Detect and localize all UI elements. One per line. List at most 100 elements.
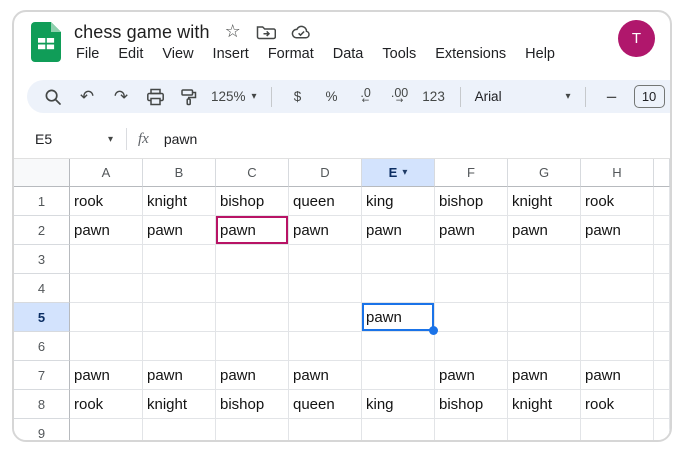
menu-item-file[interactable]: File [76,46,99,62]
cell-c7[interactable]: pawn [216,361,289,390]
column-header-a[interactable]: A [70,159,143,187]
name-box[interactable]: E5 ▾ [35,131,113,147]
column-header-c[interactable]: C [216,159,289,187]
row-header-2[interactable]: 2 [14,216,70,245]
avatar[interactable]: T [618,20,655,57]
column-header-h[interactable]: H [581,159,654,187]
cell-d7[interactable]: pawn [289,361,362,390]
cell-a9[interactable] [70,419,143,442]
cell-e5[interactable]: pawn [362,303,435,332]
cell-h8[interactable]: rook [581,390,654,419]
cell-a1[interactable]: rook [70,187,143,216]
menu-item-insert[interactable]: Insert [213,46,249,62]
font-size-input[interactable]: 10 [634,85,665,108]
cell-a8[interactable]: rook [70,390,143,419]
cell-f3[interactable] [435,245,508,274]
row-header-7[interactable]: 7 [14,361,70,390]
cell-h7[interactable]: pawn [581,361,654,390]
cell-h1[interactable]: rook [581,187,654,216]
number-format-button[interactable]: 123 [422,84,446,110]
cell-c8[interactable]: bishop [216,390,289,419]
cell-c6[interactable] [216,332,289,361]
cell-d5[interactable] [289,303,362,332]
row-header-4[interactable]: 4 [14,274,70,303]
cell-h3[interactable] [581,245,654,274]
cell-d6[interactable] [289,332,362,361]
cell-b3[interactable] [143,245,216,274]
cell-b2[interactable]: pawn [143,216,216,245]
cell-e7[interactable] [362,361,435,390]
cell-g7[interactable]: pawn [508,361,581,390]
cell-b9[interactable] [143,419,216,442]
menu-item-tools[interactable]: Tools [382,46,416,62]
cell-g3[interactable] [508,245,581,274]
cell-d1[interactable]: queen [289,187,362,216]
redo-icon[interactable]: ↷ [109,84,133,110]
font-family-select[interactable]: Arial ▾ [475,84,571,110]
print-icon[interactable] [143,84,167,110]
cell-a5[interactable] [70,303,143,332]
cell-g9[interactable] [508,419,581,442]
cell-b4[interactable] [143,274,216,303]
sheets-logo-icon[interactable] [31,22,61,62]
cell-g8[interactable]: knight [508,390,581,419]
cell-c5[interactable] [216,303,289,332]
cell-d8[interactable]: queen [289,390,362,419]
cell-c1[interactable]: bishop [216,187,289,216]
row-header-1[interactable]: 1 [14,187,70,216]
cell-b7[interactable]: pawn [143,361,216,390]
decrease-font-size-button[interactable]: − [600,84,624,110]
column-header-f[interactable]: F [435,159,508,187]
column-header-g[interactable]: G [508,159,581,187]
menu-item-format[interactable]: Format [268,46,314,62]
undo-icon[interactable]: ↶ [75,84,99,110]
cell-b5[interactable] [143,303,216,332]
cell-h9[interactable] [581,419,654,442]
cell-h2[interactable]: pawn [581,216,654,245]
cell-a3[interactable] [70,245,143,274]
row-header-8[interactable]: 8 [14,390,70,419]
cell-f4[interactable] [435,274,508,303]
menu-item-edit[interactable]: Edit [118,46,143,62]
row-header-5[interactable]: 5 [14,303,70,332]
column-header-d[interactable]: D [289,159,362,187]
zoom-select[interactable]: 125% ▾ [211,84,257,110]
menu-item-extensions[interactable]: Extensions [435,46,506,62]
menu-item-help[interactable]: Help [525,46,555,62]
cell-f5[interactable] [435,303,508,332]
formula-input[interactable]: pawn [164,131,197,147]
cell-f1[interactable]: bishop [435,187,508,216]
cell-f2[interactable]: pawn [435,216,508,245]
cell-f6[interactable] [435,332,508,361]
cell-e8[interactable]: king [362,390,435,419]
row-header-9[interactable]: 9 [14,419,70,442]
search-icon[interactable] [41,84,65,110]
cell-g6[interactable] [508,332,581,361]
cell-g2[interactable]: pawn [508,216,581,245]
cell-a4[interactable] [70,274,143,303]
cell-a2[interactable]: pawn [70,216,143,245]
column-dropdown-icon[interactable]: ▾ [402,167,407,178]
cell-f7[interactable]: pawn [435,361,508,390]
cell-d9[interactable] [289,419,362,442]
document-title[interactable]: chess game with [74,22,210,43]
row-header-3[interactable]: 3 [14,245,70,274]
cloud-saved-icon[interactable] [291,24,312,40]
cell-f8[interactable]: bishop [435,390,508,419]
percent-format-button[interactable]: % [320,84,344,110]
cell-e3[interactable] [362,245,435,274]
cell-d3[interactable] [289,245,362,274]
cell-b6[interactable] [143,332,216,361]
menu-item-view[interactable]: View [162,46,193,62]
cell-g4[interactable] [508,274,581,303]
cell-h5[interactable] [581,303,654,332]
cell-f9[interactable] [435,419,508,442]
currency-format-button[interactable]: $ [286,84,310,110]
cell-h6[interactable] [581,332,654,361]
cell-g1[interactable]: knight [508,187,581,216]
fill-handle[interactable] [429,326,438,335]
cell-e1[interactable]: king [362,187,435,216]
cell-e2[interactable]: pawn [362,216,435,245]
cell-c2[interactable]: pawn [216,216,289,245]
cell-d2[interactable]: pawn [289,216,362,245]
